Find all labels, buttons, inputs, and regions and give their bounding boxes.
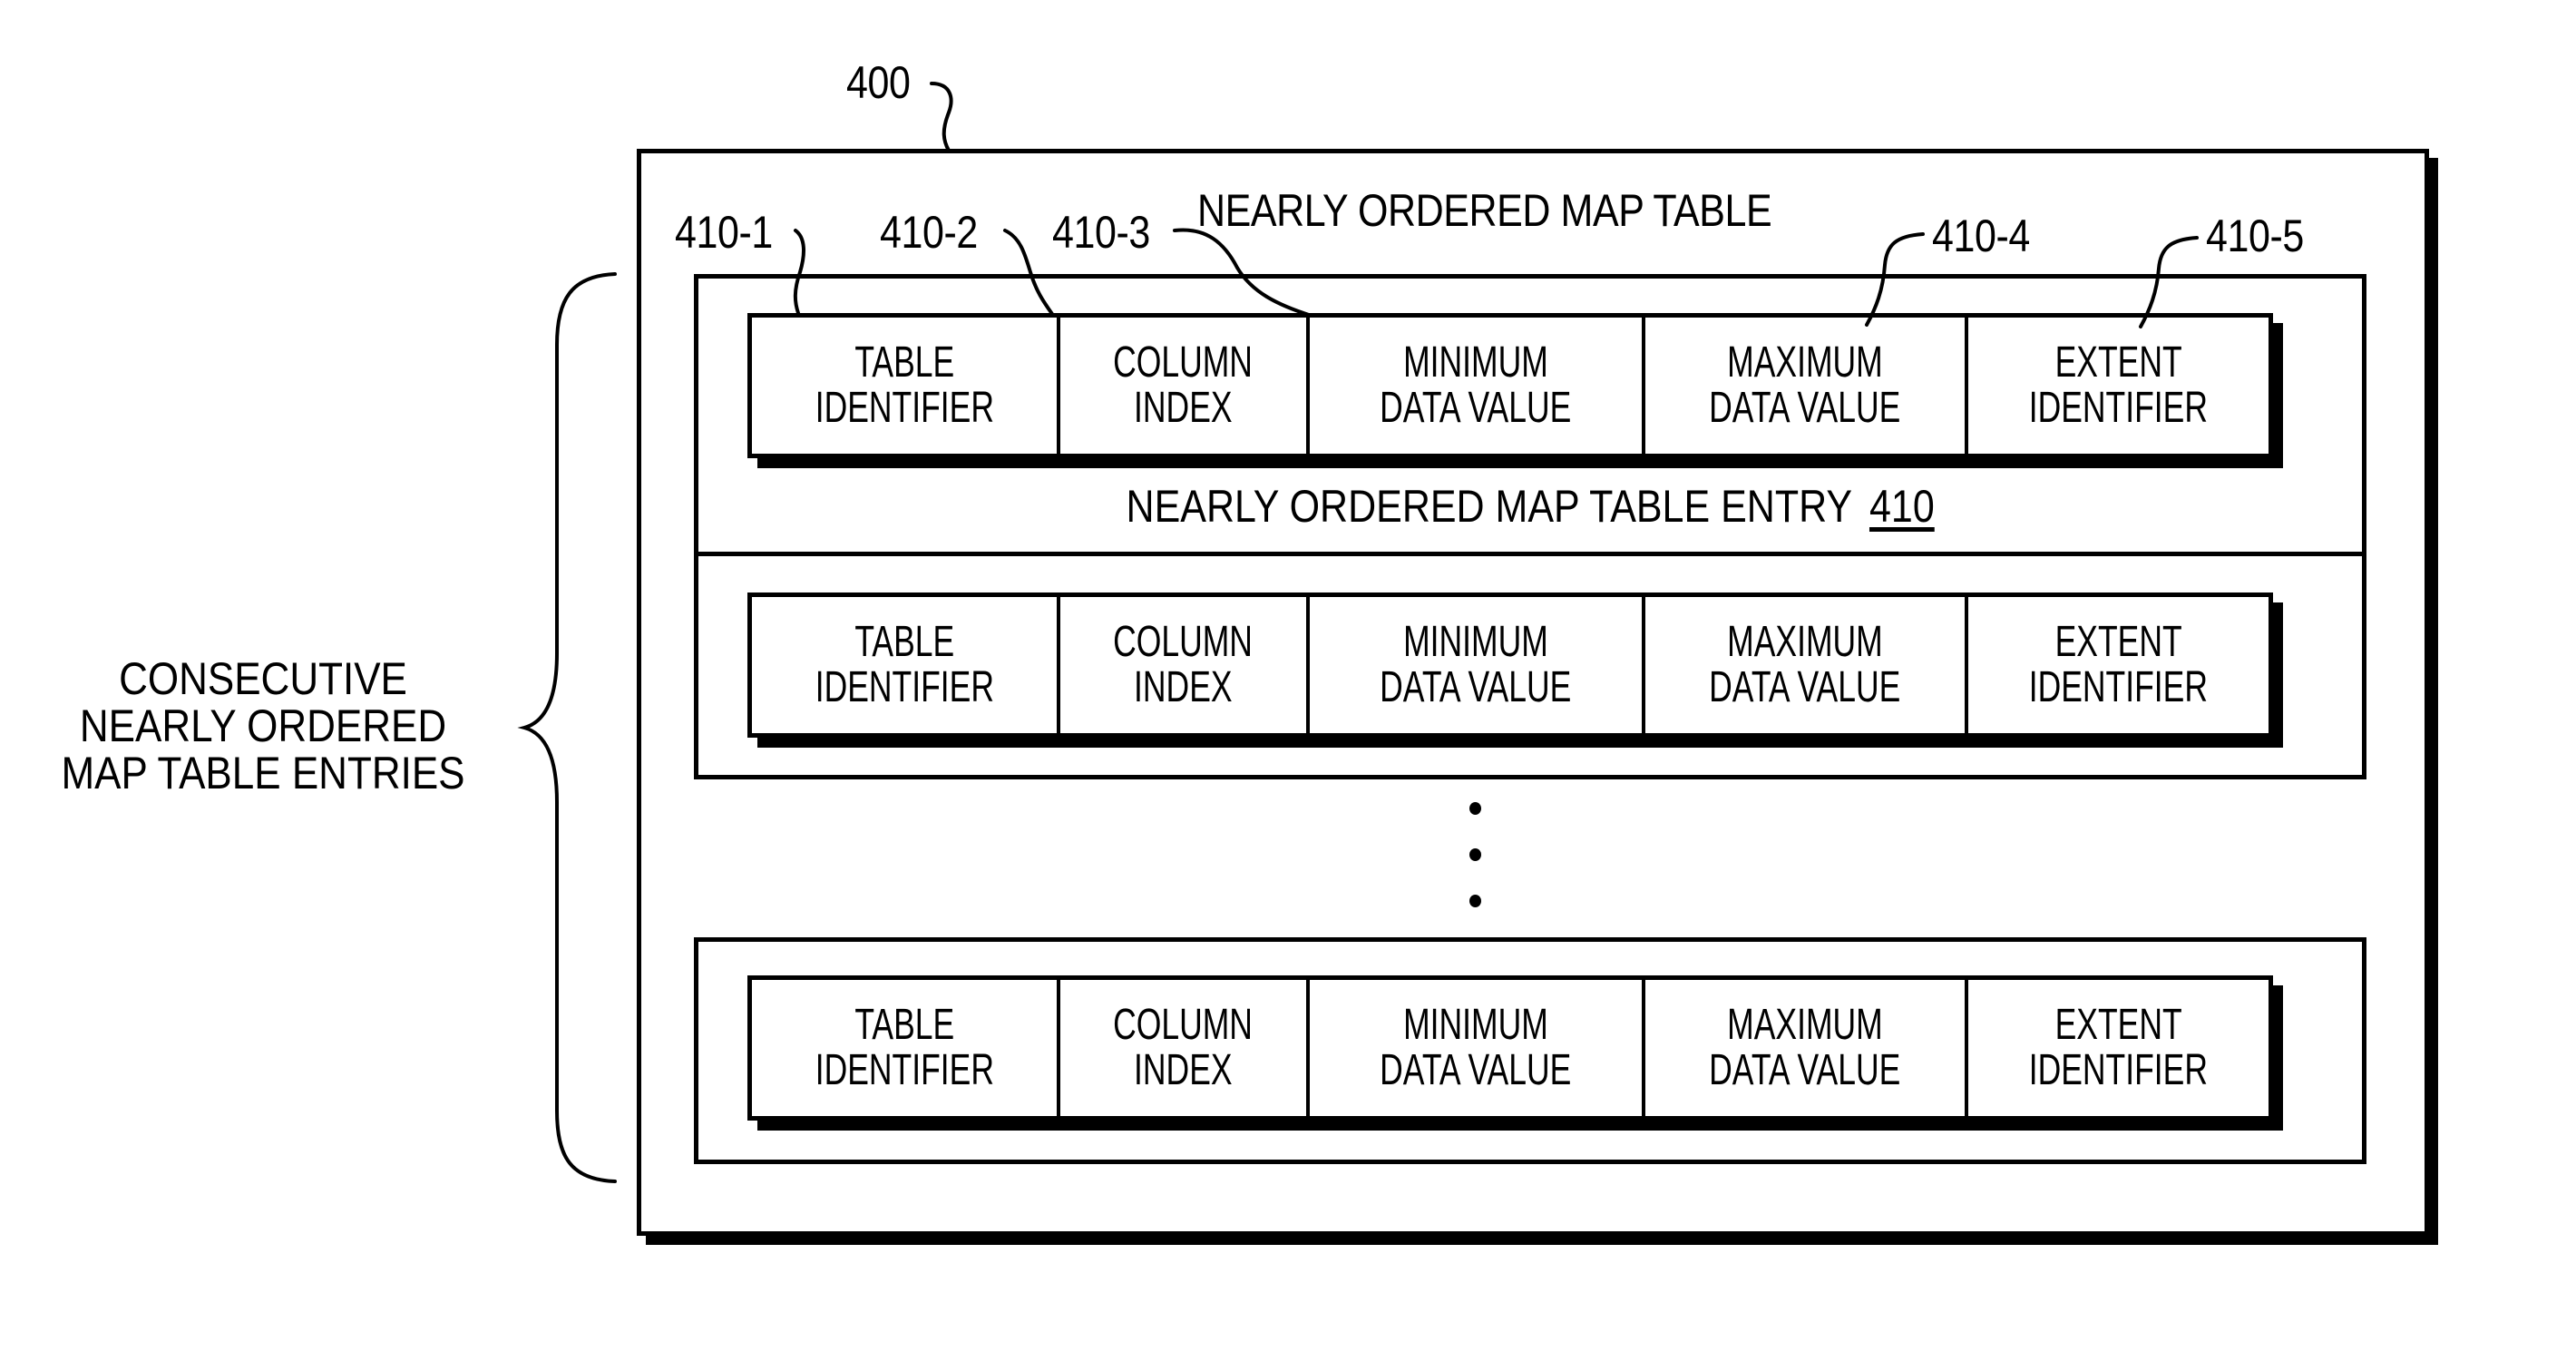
brace-icon <box>517 272 617 1183</box>
leader-410-2 <box>1003 229 1054 316</box>
leader-lines <box>517 82 2199 1183</box>
leader-410-1 <box>793 229 805 315</box>
leader-410-5 <box>2139 236 2199 328</box>
leader-410-4 <box>1865 232 1925 327</box>
leader-400 <box>930 82 953 152</box>
leader-410-3 <box>1173 228 1313 318</box>
